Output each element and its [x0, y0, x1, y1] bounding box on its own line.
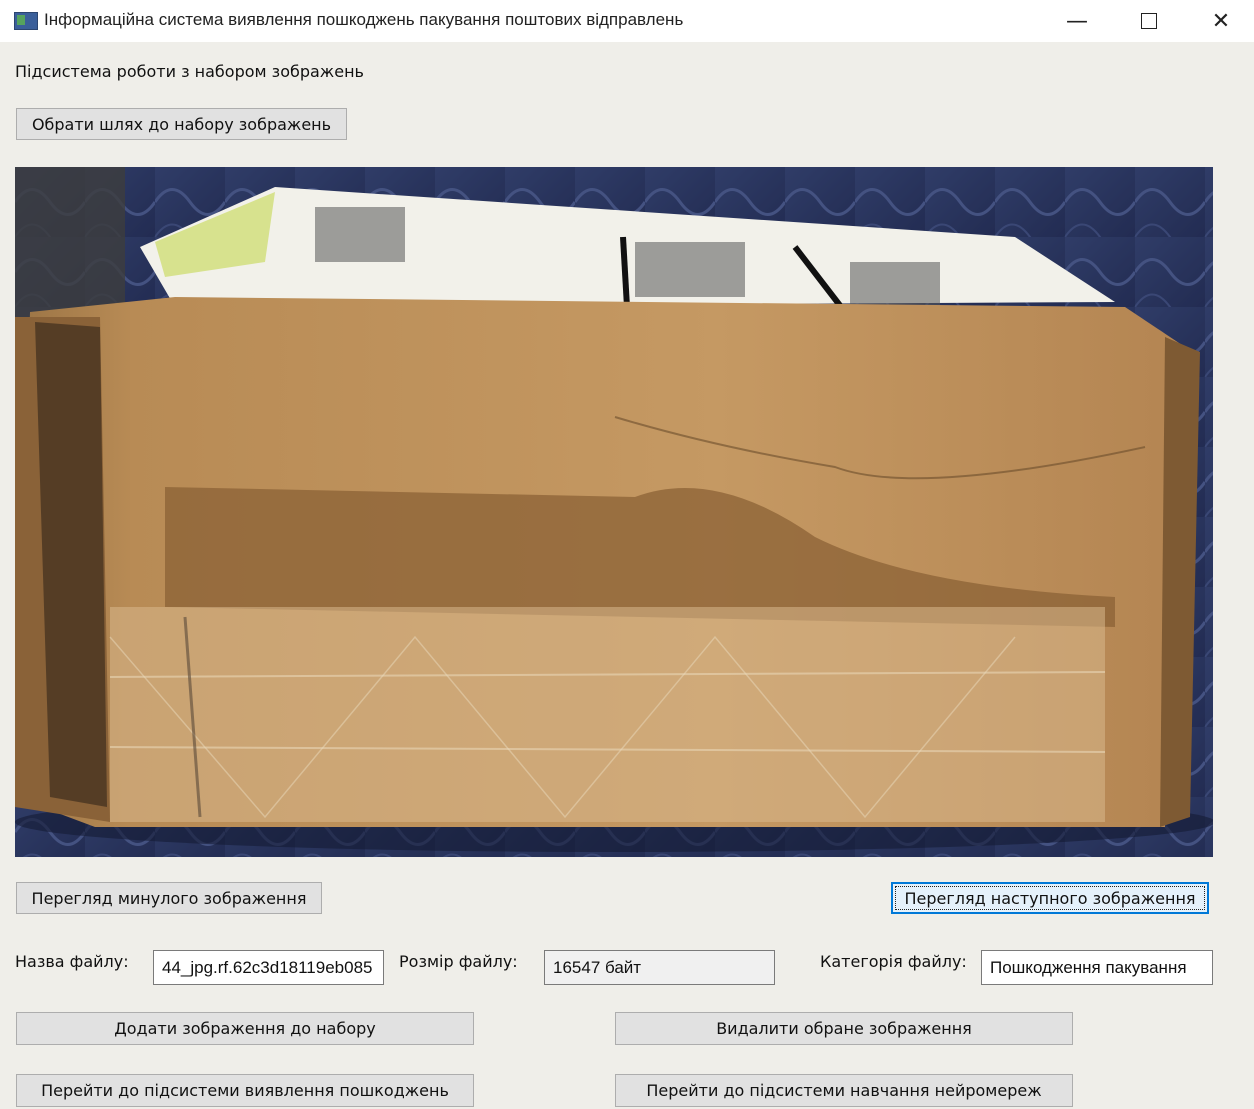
- prev-image-button[interactable]: Перегляд минулого зображення: [16, 882, 322, 914]
- image-preview: [15, 167, 1213, 857]
- go-detection-subsystem-button[interactable]: Перейти до підсистеми виявлення пошкодже…: [16, 1074, 474, 1107]
- close-icon: ✕: [1211, 8, 1231, 34]
- add-image-button[interactable]: Додати зображення до набору: [16, 1012, 474, 1045]
- maximize-icon: [1141, 13, 1157, 29]
- file-category-label: Категорія файлу:: [820, 952, 967, 971]
- close-button[interactable]: ✕: [1186, 0, 1254, 42]
- delete-image-button[interactable]: Видалити обране зображення: [615, 1012, 1073, 1045]
- next-image-button[interactable]: Перегляд наступного зображення: [891, 882, 1209, 914]
- go-training-subsystem-button[interactable]: Перейти до підсистеми навчання нейромере…: [615, 1074, 1073, 1107]
- file-category-field[interactable]: Пошкодження пакування: [981, 950, 1213, 985]
- subsystem-label: Підсистема роботи з набором зображень: [15, 62, 364, 81]
- maximize-button[interactable]: [1114, 0, 1184, 42]
- parcel-photo: [15, 167, 1213, 857]
- minimize-button[interactable]: —: [1042, 0, 1112, 42]
- window-title: Інформаційна система виявлення пошкоджен…: [44, 10, 684, 29]
- file-name-label: Назва файлу:: [15, 952, 129, 971]
- minimize-icon: —: [1066, 8, 1088, 34]
- title-bar: Інформаційна система виявлення пошкоджен…: [0, 0, 1254, 42]
- choose-path-button[interactable]: Обрати шлях до набору зображень: [16, 108, 347, 140]
- file-size-field[interactable]: 16547 байт: [544, 950, 775, 985]
- file-name-field[interactable]: 44_jpg.rf.62c3d18119eb085: [153, 950, 384, 985]
- file-size-label: Розмір файлу:: [399, 952, 518, 971]
- app-window-icon: [14, 12, 38, 30]
